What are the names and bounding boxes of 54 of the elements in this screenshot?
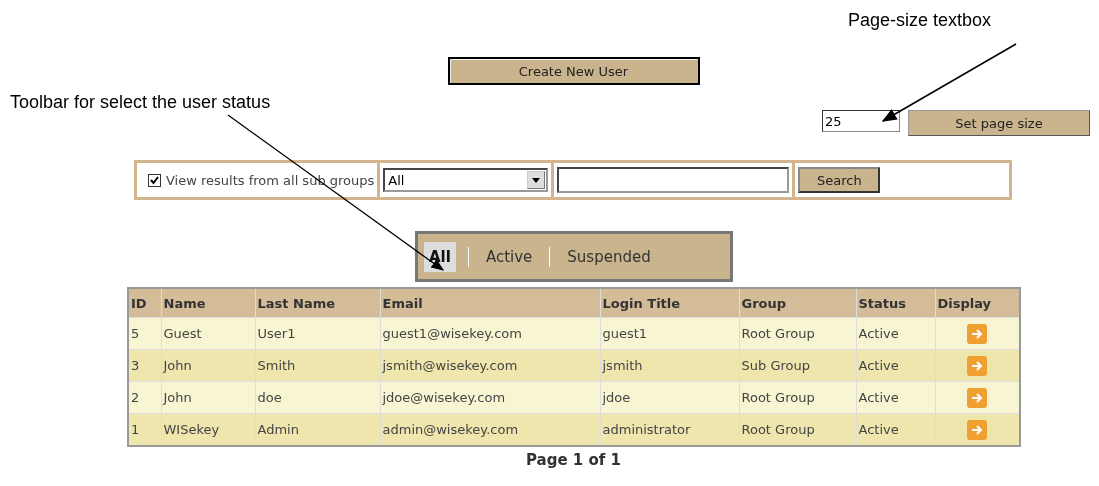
table-cell: admin@wisekey.com	[380, 413, 600, 446]
table-cell: Active	[856, 381, 935, 414]
column-header: Status	[856, 288, 935, 318]
table-cell: Root Group	[739, 413, 856, 446]
table-cell: guest1	[600, 317, 739, 350]
status-tab[interactable]: Suspended	[562, 241, 656, 272]
table-cell: User1	[255, 317, 380, 350]
status-tab[interactable]: Active	[480, 241, 538, 272]
annotation-label: Toolbar for select the user status	[10, 92, 271, 113]
table-cell: Active	[856, 413, 935, 446]
table-cell: jsmith	[600, 349, 739, 382]
search-field[interactable]	[557, 167, 790, 193]
table-cell: doe	[255, 381, 380, 414]
column-header: Name	[161, 288, 255, 318]
table-cell: guest1@wisekey.com	[380, 317, 600, 350]
arrow-right-icon[interactable]	[967, 419, 988, 440]
arrow-right-icon[interactable]	[967, 387, 988, 408]
create-user-button[interactable]: Create New User	[447, 57, 700, 85]
table-cell: jsmith@wisekey.com	[380, 349, 600, 382]
column-header: Last Name	[255, 288, 380, 318]
table-cell: Active	[856, 349, 935, 382]
column-header: Login Title	[600, 288, 739, 318]
table-cell: Admin	[255, 413, 380, 446]
table-cell: administrator	[600, 413, 739, 446]
page-size-field[interactable]: 25	[822, 110, 900, 132]
annotation-label: Page-size textbox	[848, 10, 992, 31]
table-cell: Active	[856, 317, 935, 350]
table-cell: 5	[128, 317, 161, 350]
column-header: Display	[935, 288, 1020, 318]
table-cell: John	[161, 349, 255, 382]
group-select[interactable]: All	[383, 168, 549, 192]
column-header: Email	[380, 288, 600, 318]
arrow-right-icon[interactable]	[967, 355, 988, 376]
checkbox[interactable]	[148, 173, 161, 187]
status-tab[interactable]: All	[424, 241, 456, 272]
search-button[interactable]: Search	[798, 167, 881, 193]
table-cell: 1	[128, 413, 161, 446]
table-cell: jdoe@wisekey.com	[380, 381, 600, 414]
table-cell: 2	[128, 381, 161, 414]
table-cell: jdoe	[600, 381, 739, 414]
table-cell: Guest	[161, 317, 255, 350]
dropdown-icon	[527, 171, 546, 189]
table-cell: Root Group	[739, 317, 856, 350]
table-cell: Smith	[255, 349, 380, 382]
column-header: ID	[128, 288, 161, 318]
table-cell: 3	[128, 349, 161, 382]
column-header: Group	[739, 288, 856, 318]
table-cell: John	[161, 381, 255, 414]
table-cell: WISekey	[161, 413, 255, 446]
table-cell: Sub Group	[739, 349, 856, 382]
set-page-size-button[interactable]: Set page size	[908, 110, 1090, 136]
arrow-right-icon[interactable]	[967, 323, 988, 344]
page-indicator: Page 1 of 1	[525, 451, 622, 469]
table-cell: Root Group	[739, 381, 856, 414]
